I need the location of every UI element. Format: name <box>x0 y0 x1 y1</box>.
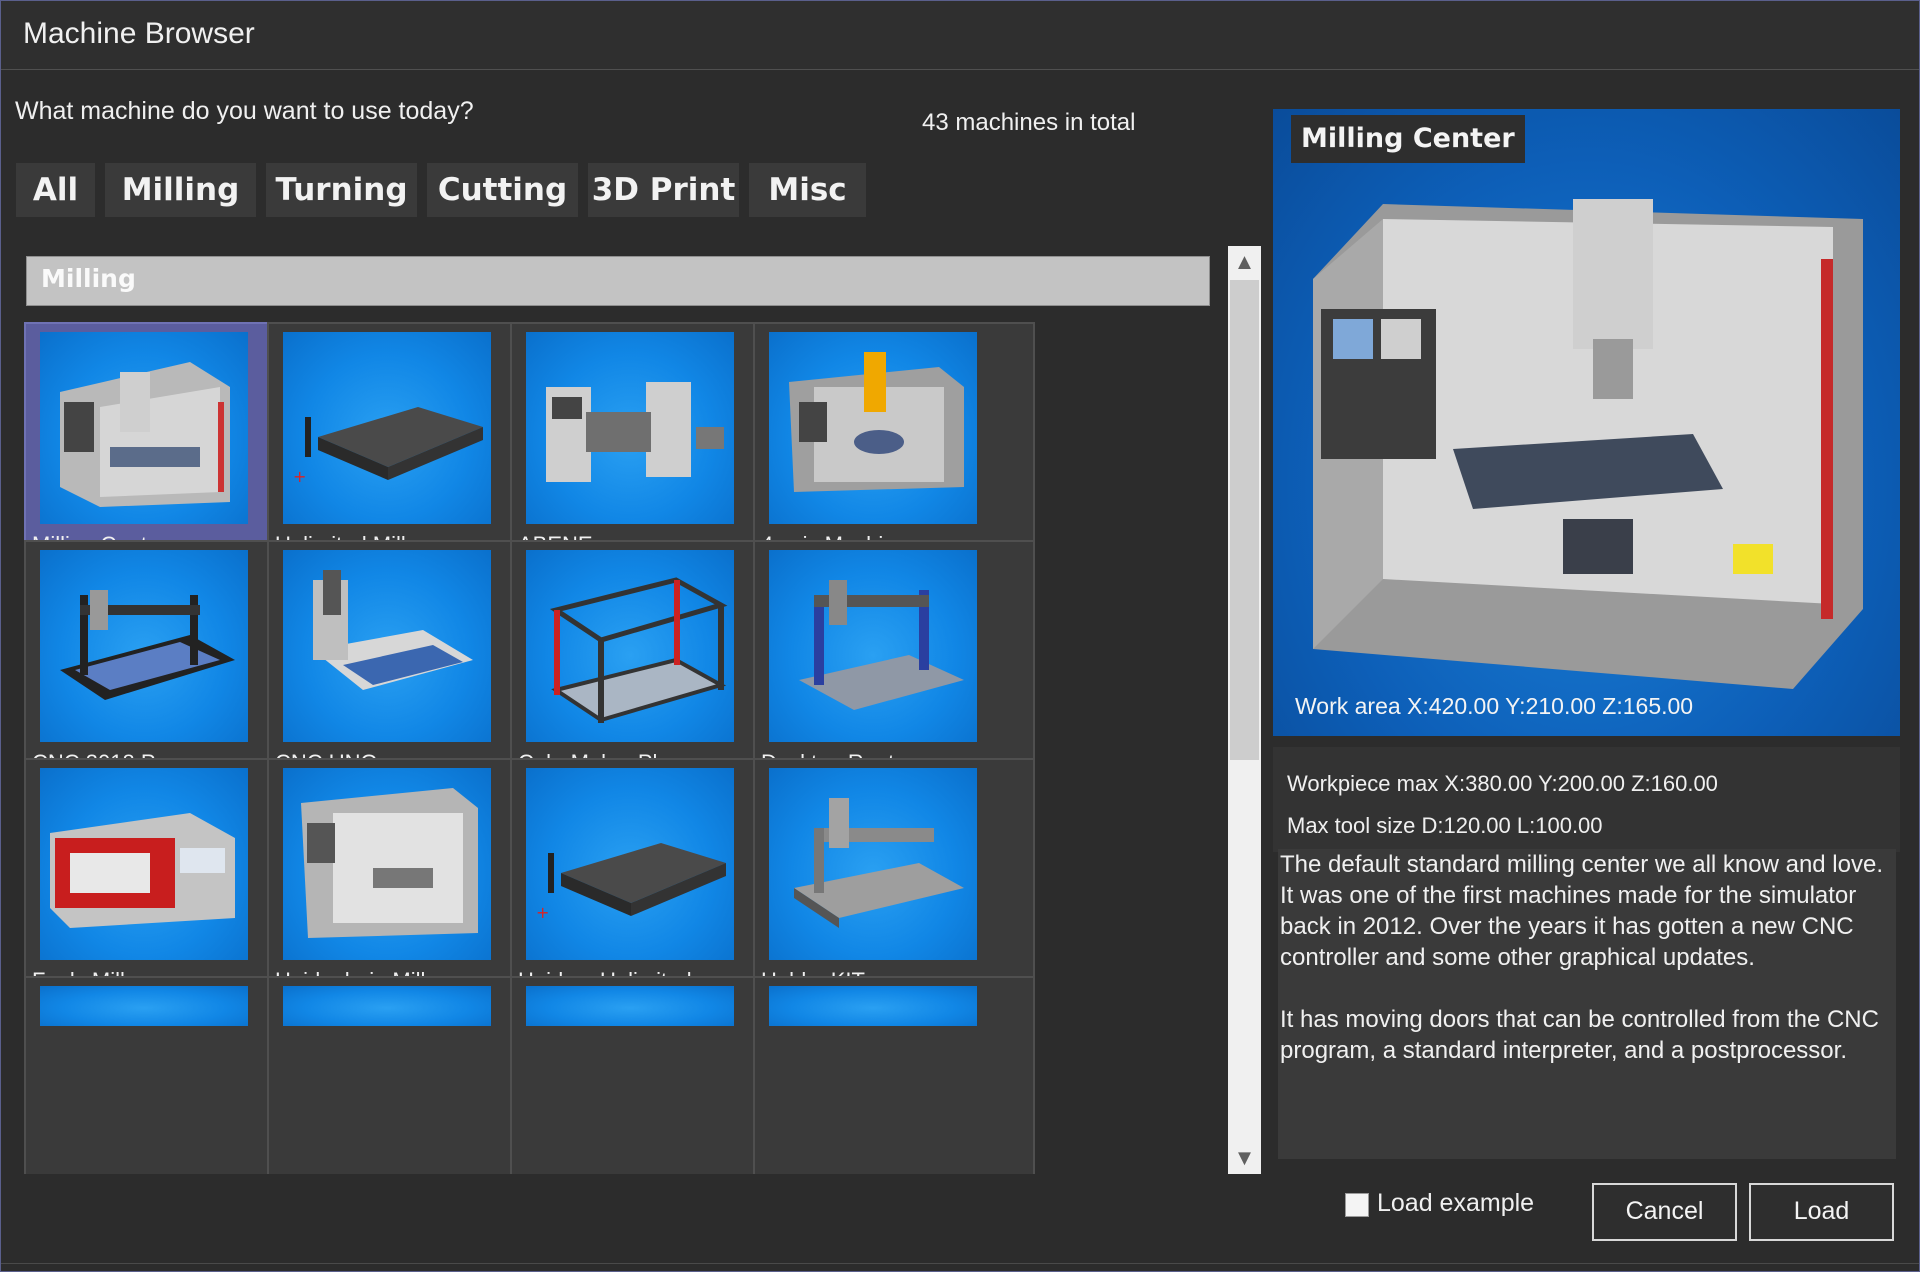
machine-specs: Workpiece max X:380.00 Y:200.00 Z:160.00… <box>1273 747 1900 852</box>
four-axis-machine-icon <box>769 332 977 524</box>
max-tool-size-text: Max tool size D:120.00 L:100.00 <box>1287 813 1603 838</box>
machine-thumbnail <box>526 986 734 1026</box>
tab-turning[interactable]: Turning <box>266 163 417 217</box>
machine-card-abene[interactable]: ABENE <box>510 322 792 574</box>
machine-card-desktop-router[interactable]: Desktop Router <box>753 540 1035 792</box>
hobby-kit-icon <box>769 768 977 960</box>
work-area-text: Work area X:420.00 Y:210.00 Z:165.00 <box>1295 693 1694 719</box>
machine-count: 43 machines in total <box>922 109 1136 136</box>
funkymill-icon <box>40 768 248 960</box>
load-button[interactable]: Load <box>1749 1183 1894 1241</box>
machine-card-hobby-kit[interactable]: Hobby KIT <box>753 758 1035 1010</box>
desktop-router-icon <box>769 550 977 742</box>
milling-center-icon <box>40 332 248 524</box>
machine-thumbnail <box>40 986 248 1026</box>
vertical-scrollbar[interactable]: ▲ ▼ <box>1228 246 1261 1174</box>
machine-card-row4-1[interactable] <box>24 976 306 1174</box>
description-paragraph-1: The default standard milling center we a… <box>1280 851 1883 971</box>
machine-card-heiden-unlimited[interactable]: + Heiden. Unlimited <box>510 758 792 1010</box>
machine-description: The default standard milling center we a… <box>1278 849 1896 1159</box>
milling-center-preview-icon <box>1313 199 1863 689</box>
machine-browser-window: Machine Browser What machine do you want… <box>0 0 1920 1272</box>
machine-card-cnc-uno[interactable]: CNC UNO <box>267 540 549 792</box>
machine-card-cubemaker-plus[interactable]: CubeMaker Plus <box>510 540 792 792</box>
tab-cutting[interactable]: Cutting <box>427 163 578 217</box>
scroll-up-icon[interactable]: ▲ <box>1228 246 1261 278</box>
load-example-checkbox[interactable] <box>1345 1193 1369 1217</box>
cnc-uno-icon <box>283 550 491 742</box>
scroll-thumb[interactable] <box>1230 280 1259 760</box>
abene-icon <box>526 332 734 524</box>
description-paragraph-2: It has moving doors that can be controll… <box>1280 1006 1879 1064</box>
prompt-text: What machine do you want to use today? <box>15 97 474 125</box>
workpiece-max-text: Workpiece max X:380.00 Y:200.00 Z:160.00 <box>1287 771 1718 796</box>
machine-thumbnail <box>283 986 491 1026</box>
cnc-3018-pro-icon <box>40 550 248 742</box>
svg-text:+: + <box>293 467 306 486</box>
machine-card-row4-4[interactable] <box>753 976 1035 1174</box>
machine-card-heidenhain-mill[interactable]: Heidenhain Mill <box>267 758 549 1010</box>
heiden-unlimited-icon: + <box>526 768 734 960</box>
tab-3d-print[interactable]: 3D Print <box>588 163 739 217</box>
bottom-divider <box>1 1263 1919 1264</box>
tab-all[interactable]: All <box>16 163 95 217</box>
machine-list[interactable]: Milling Milling Center <box>16 246 1274 1174</box>
machine-card-milling-center[interactable]: Milling Center <box>24 322 306 574</box>
machine-card-row4-2[interactable] <box>267 976 549 1174</box>
section-header-milling: Milling <box>26 256 1210 306</box>
machine-preview: Milling Center Work area X:420.00 Y:210.… <box>1273 109 1900 736</box>
machine-card-row4-3[interactable] <box>510 976 792 1174</box>
unlimited-mill-icon: + <box>283 332 491 524</box>
machine-card-funkymill[interactable]: FunkyMill <box>24 758 306 1010</box>
load-example-label: Load example <box>1377 1189 1535 1217</box>
tab-milling[interactable]: Milling <box>105 163 256 217</box>
section-title: Milling <box>41 264 136 293</box>
machine-card-cnc-3018-pro[interactable]: CNC 3018 Pro <box>24 540 306 792</box>
title-bar: Machine Browser <box>1 1 1919 70</box>
preview-title: Milling Center <box>1291 115 1525 163</box>
machine-thumbnail <box>769 986 977 1026</box>
cubemaker-plus-icon <box>526 550 734 742</box>
svg-text:+: + <box>536 903 549 922</box>
machine-card-4-axis[interactable]: 4 axis Machine <box>753 322 1035 574</box>
scroll-down-icon[interactable]: ▼ <box>1228 1142 1261 1174</box>
machine-card-unlimited-mill[interactable]: + Unlimited Mill <box>267 322 549 574</box>
cancel-button[interactable]: Cancel <box>1592 1183 1737 1241</box>
heidenhain-mill-icon <box>283 768 491 960</box>
tab-misc[interactable]: Misc <box>749 163 866 217</box>
window-title: Machine Browser <box>23 17 255 50</box>
